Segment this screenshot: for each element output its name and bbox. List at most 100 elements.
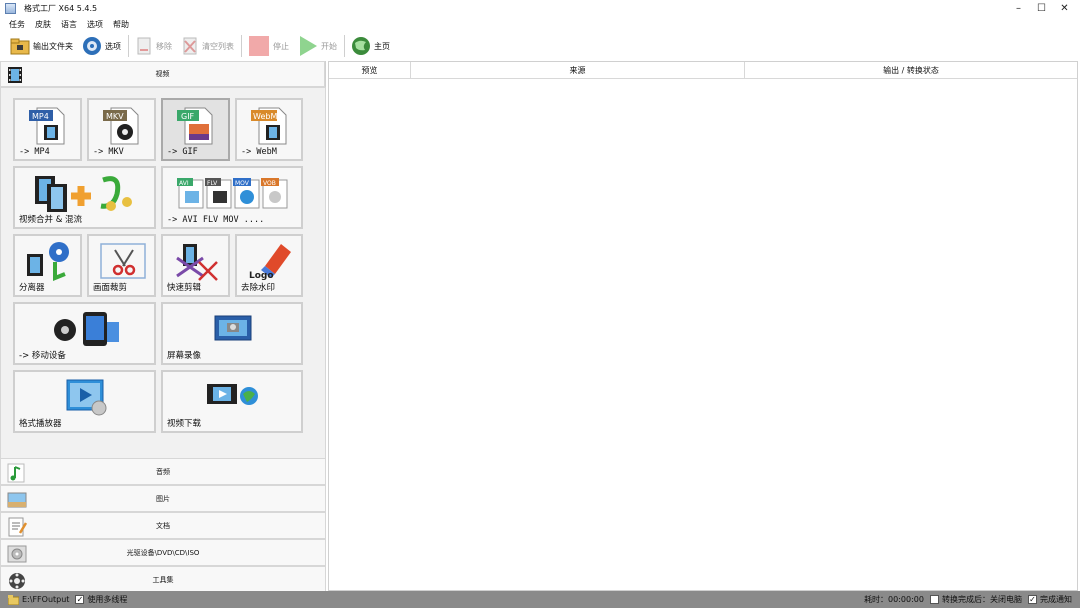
mov-badge: MOV (235, 180, 250, 187)
crop-icon (100, 243, 146, 279)
start-button[interactable]: 开始 (298, 34, 337, 58)
category-optical-label: 光驱设备\DVD\CD\ISO (126, 548, 200, 557)
menu-help[interactable]: 帮助 (113, 19, 129, 30)
column-output-status[interactable]: 输出 / 转换状态 (745, 62, 1077, 79)
category-image-label: 图片 (156, 494, 170, 503)
tile-watermark-label: 去除水印 (241, 283, 276, 293)
mkv-badge: MKV (106, 112, 124, 121)
toolbar-separator (344, 35, 345, 57)
tile-merge[interactable]: 视频合并 & 混流 (13, 166, 156, 229)
notify-checkbox[interactable]: ✓ (1028, 595, 1037, 604)
clear-list-label: 清空列表 (202, 41, 234, 51)
tile-gif-label: -> GIF (167, 147, 198, 157)
category-audio[interactable]: 音频 (0, 458, 326, 485)
options-button[interactable]: 选项 (82, 34, 121, 58)
clear-list-icon (183, 37, 197, 55)
tile-webm[interactable]: WebM -> WebM (235, 98, 303, 161)
clear-list-button[interactable]: 清空列表 (181, 34, 234, 58)
category-audio-label: 音频 (156, 467, 170, 476)
remove-button[interactable]: 移除 (135, 34, 172, 58)
menu-options[interactable]: 选项 (87, 19, 103, 30)
options-icon (83, 37, 101, 55)
lower-categories: 音频 图片 文档 光驱设备\DVD\CD\ISO 工具集 (0, 458, 326, 593)
gif-badge: GIF (181, 112, 195, 121)
category-video[interactable]: 视频 (0, 61, 325, 87)
after-convert-checkbox[interactable] (930, 595, 939, 604)
screen-recorder-icon (214, 315, 252, 341)
task-list: 预览 来源 输出 / 转换状态 (328, 61, 1078, 591)
menu-language[interactable]: 语言 (61, 19, 77, 30)
music-icon (7, 463, 25, 483)
menu-bar: 任务 皮肤 语言 选项 帮助 (0, 17, 1080, 31)
multithread-checkbox[interactable]: ✓ (75, 595, 85, 604)
output-folder-button[interactable]: 输出文件夹 (10, 34, 73, 58)
tile-multiformat[interactable]: AVI FLV MOV VOB -> AVI FLV MOV .... (161, 166, 303, 229)
stop-label: 停止 (273, 41, 289, 51)
webm-file-icon: WebM (251, 107, 287, 145)
category-image[interactable]: 图片 (0, 485, 326, 512)
minimize-button[interactable]: – (1007, 0, 1030, 17)
tile-player[interactable]: 格式播放器 (13, 370, 156, 433)
tile-splitter[interactable]: 分离器 (13, 234, 82, 297)
vob-badge: VOB (263, 180, 276, 187)
output-path[interactable]: E:\FFOutput (22, 595, 69, 604)
logo-text: Logo (249, 271, 274, 281)
video-tiles: MP4 -> MP4 MKV -> MKV GIF -> GIF WebM ->… (0, 87, 326, 459)
category-optical[interactable]: 光驱设备\DVD\CD\ISO (0, 539, 326, 566)
tile-mobile[interactable]: -> 移动设备 (13, 302, 156, 365)
toolbox-icon (9, 573, 25, 589)
remove-label: 移除 (156, 41, 172, 51)
category-document[interactable]: 文档 (0, 512, 326, 539)
multiformat-icon: AVI FLV MOV VOB (177, 178, 288, 209)
category-video-label: 视频 (155, 70, 170, 78)
tile-mp4-label: -> MP4 (19, 147, 50, 157)
home-button[interactable]: 主页 (351, 34, 390, 58)
tile-watermark[interactable]: Logo 去除水印 (235, 234, 303, 297)
close-button[interactable]: ✕ (1053, 0, 1076, 17)
output-folder-label: 输出文件夹 (33, 41, 73, 51)
column-source[interactable]: 来源 (411, 62, 745, 79)
tile-quickcut-label: 快速剪辑 (167, 283, 202, 293)
menu-task[interactable]: 任务 (9, 19, 25, 30)
category-document-label: 文档 (156, 521, 170, 530)
start-label: 开始 (321, 41, 337, 51)
tile-mkv[interactable]: MKV -> MKV (87, 98, 156, 161)
tile-quickcut[interactable]: 快速剪辑 (161, 234, 230, 297)
left-panel: 视频 MP4 -> MP4 MKV -> MKV GIF -> GIF WebM… (0, 61, 326, 593)
tile-download-label: 视频下载 (167, 419, 202, 429)
tile-recorder-label: 屏幕录像 (167, 351, 202, 361)
eraser-icon: Logo (249, 244, 291, 281)
window-title: 格式工厂 X64 5.4.5 (24, 4, 98, 13)
category-toolbox-label: 工具集 (152, 575, 174, 584)
webm-badge: WebM (253, 112, 277, 121)
player-icon (66, 379, 107, 416)
avi-badge: AVI (179, 180, 189, 187)
maximize-button[interactable]: ☐ (1030, 0, 1053, 17)
film-icon (8, 67, 22, 83)
video-download-icon (207, 384, 258, 405)
tile-crop-label: 画面裁剪 (93, 283, 128, 293)
folder-icon (10, 38, 30, 55)
tile-crop[interactable]: 画面裁剪 (87, 234, 156, 297)
tile-recorder[interactable]: 屏幕录像 (161, 302, 303, 365)
column-preview[interactable]: 预览 (329, 62, 411, 79)
tile-multiformat-label: -> AVI FLV MOV .... (167, 215, 265, 225)
stop-icon (249, 36, 269, 56)
category-toolbox[interactable]: 工具集 (0, 566, 326, 593)
mkv-file-icon: MKV (103, 107, 139, 145)
remove-icon (137, 37, 151, 55)
picture-icon (7, 492, 27, 508)
elapsed-time: 耗时：00:00:00 (864, 595, 924, 604)
menu-skin[interactable]: 皮肤 (35, 19, 51, 30)
gif-file-icon: GIF (177, 107, 213, 145)
tile-mp4[interactable]: MP4 -> MP4 (13, 98, 82, 161)
tile-download[interactable]: 视频下载 (161, 370, 303, 433)
tile-gif[interactable]: GIF -> GIF (161, 98, 230, 161)
disc-drive-icon (7, 545, 27, 563)
home-label: 主页 (374, 41, 390, 51)
flv-badge: FLV (207, 180, 218, 187)
merge-icon (35, 176, 132, 212)
stop-button[interactable]: 停止 (248, 34, 289, 58)
status-bar: E:\FFOutput ✓ 使用多线程 耗时：00:00:00 转换完成后：关闭… (0, 591, 1080, 608)
toolbar-separator (241, 35, 242, 57)
